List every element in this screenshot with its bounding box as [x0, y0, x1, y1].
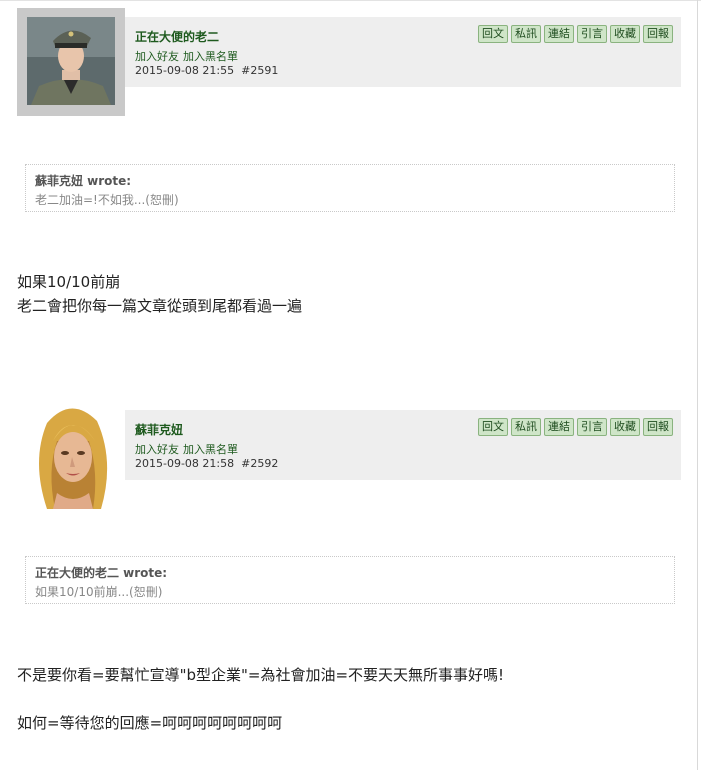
add-blacklist-link[interactable]: 加入黑名單 [183, 443, 238, 456]
post-header: 蘇菲克妞 加入好友 加入黑名單 2015-09-08 21:58 #2592 回文… [125, 410, 681, 480]
quote-block: 蘇菲克妞 wrote: 老二加油=!不如我...(恕刪) [25, 164, 675, 212]
soldier-avatar-image [17, 8, 125, 116]
author-name[interactable]: 正在大便的老二 [135, 28, 219, 45]
post-actions: 回文 私訊 連結 引言 收藏 回報 [478, 25, 673, 43]
report-button[interactable]: 回報 [643, 25, 673, 43]
add-friend-link[interactable]: 加入好友 [135, 443, 179, 456]
quote-body: 老二加油=!不如我...(恕刪) [35, 193, 179, 207]
user-links: 加入好友 加入黑名單 [135, 48, 242, 64]
quote-title: 正在大便的老二 wrote: [35, 566, 168, 580]
post-header: 正在大便的老二 加入好友 加入黑名單 2015-09-08 21:55 #2591… [125, 17, 681, 87]
post-body-line: 如果10/10前崩 [17, 273, 121, 291]
reply-button[interactable]: 回文 [478, 418, 508, 436]
forum-post: 正在大便的老二 加入好友 加入黑名單 2015-09-08 21:55 #2591… [17, 8, 681, 315]
post-body-blank-line [17, 687, 504, 711]
bookmark-button[interactable]: 收藏 [610, 25, 640, 43]
link-button[interactable]: 連結 [544, 418, 574, 436]
post-body-line: 如何=等待您的回應=呵呵呵呵呵呵呵呵 [17, 714, 283, 732]
page-top-border [0, 0, 701, 1]
post-body: 不是要你看=要幫忙宣導"b型企業"=為社會加油=不要天天無所事事好嗎! 如何=等… [17, 663, 504, 735]
private-message-button[interactable]: 私訊 [511, 25, 541, 43]
avatar[interactable] [17, 8, 125, 116]
add-friend-link[interactable]: 加入好友 [135, 50, 179, 63]
post-id-link[interactable]: #2591 [241, 64, 278, 77]
quote-block: 正在大便的老二 wrote: 如果10/10前崩...(恕刪) [25, 556, 675, 604]
report-button[interactable]: 回報 [643, 418, 673, 436]
user-links: 加入好友 加入黑名單 [135, 441, 242, 457]
avatar[interactable] [17, 401, 125, 509]
quote-body: 如果10/10前崩...(恕刪) [35, 585, 163, 599]
post-datetime: 2015-09-08 21:58 [135, 457, 235, 470]
page-right-border [697, 0, 698, 770]
quote-title: 蘇菲克妞 wrote: [35, 174, 132, 188]
blonde-woman-avatar-image [17, 401, 125, 509]
post-body-line: 老二會把你每一篇文章從頭到尾都看過一遍 [17, 297, 303, 315]
add-blacklist-link[interactable]: 加入黑名單 [183, 50, 238, 63]
post-meta: 2015-09-08 21:58 #2592 [135, 457, 278, 470]
post-datetime: 2015-09-08 21:55 [135, 64, 235, 77]
reply-button[interactable]: 回文 [478, 25, 508, 43]
forum-post: 蘇菲克妞 加入好友 加入黑名單 2015-09-08 21:58 #2592 回文… [17, 401, 681, 741]
author-name[interactable]: 蘇菲克妞 [135, 421, 183, 438]
private-message-button[interactable]: 私訊 [511, 418, 541, 436]
quote-button[interactable]: 引言 [577, 25, 607, 43]
link-button[interactable]: 連結 [544, 25, 574, 43]
post-id-link[interactable]: #2592 [241, 457, 278, 470]
quote-button[interactable]: 引言 [577, 418, 607, 436]
post-meta: 2015-09-08 21:55 #2591 [135, 64, 278, 77]
post-actions: 回文 私訊 連結 引言 收藏 回報 [478, 418, 673, 436]
post-body-line: 不是要你看=要幫忙宣導"b型企業"=為社會加油=不要天天無所事事好嗎! [17, 666, 505, 684]
post-body: 如果10/10前崩 老二會把你每一篇文章從頭到尾都看過一遍 [17, 270, 302, 318]
bookmark-button[interactable]: 收藏 [610, 418, 640, 436]
